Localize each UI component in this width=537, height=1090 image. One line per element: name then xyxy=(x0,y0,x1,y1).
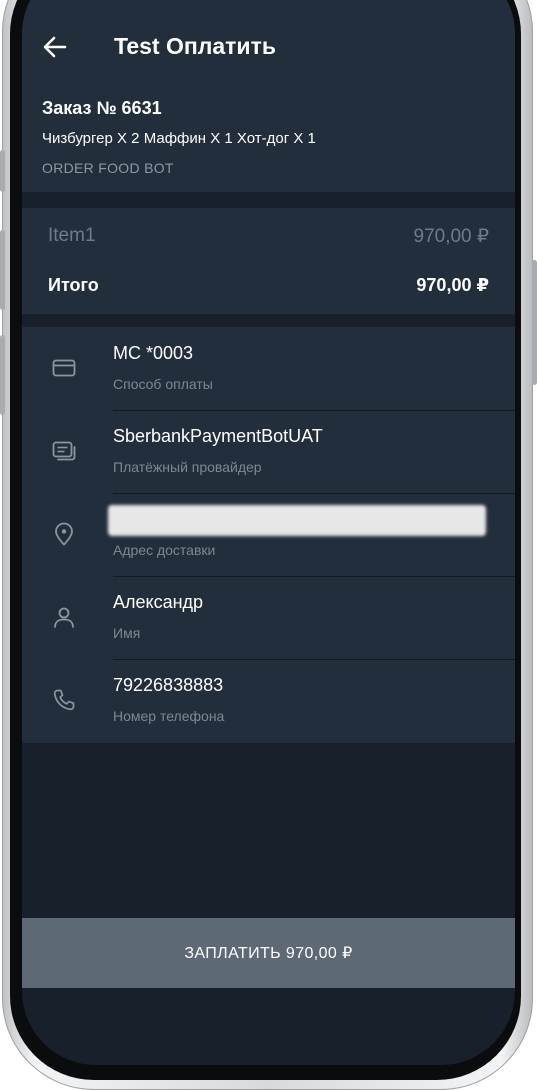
payment-provider-caption: Платёжный провайдер xyxy=(113,459,262,475)
phone-side-button-left-1 xyxy=(0,150,5,192)
phone-side-button-left-3 xyxy=(0,335,5,415)
credit-card-icon xyxy=(52,359,76,377)
phone-row[interactable]: 79226838883 Номер телефона xyxy=(22,659,515,742)
item-price: 970,00 ₽ xyxy=(413,226,489,247)
page-title: Test Оплатить xyxy=(114,33,276,59)
name-row[interactable]: Александр Имя xyxy=(22,576,515,659)
payment-method-caption: Способ оплаты xyxy=(113,376,213,392)
item-label: Item1 xyxy=(48,225,96,246)
bot-name: ORDER FOOD BOT xyxy=(42,160,174,176)
order-summary: Заказ № 6631 Чизбургер X 2 Маффин X 1 Хо… xyxy=(22,84,515,192)
delivery-address-row[interactable]: Адрес доставки xyxy=(22,493,515,576)
pay-button[interactable]: ЗАПЛАТИТЬ 970,00 ₽ xyxy=(22,918,515,988)
payment-screen: Test Оплатить Заказ № 6631 Чизбургер X 2… xyxy=(22,0,515,1025)
payment-provider-row[interactable]: SberbankPaymentBotUAT Платёжный провайде… xyxy=(22,410,515,493)
app-bar: Test Оплатить xyxy=(22,0,515,84)
total-price: 970,00 ₽ xyxy=(416,275,489,295)
order-items: Чизбургер X 2 Маффин X 1 Хот-дог X 1 xyxy=(42,130,316,147)
delivery-address-caption: Адрес доставки xyxy=(113,542,216,558)
phone-caption: Номер телефона xyxy=(113,708,225,724)
back-arrow-icon[interactable] xyxy=(42,34,68,60)
phone-icon xyxy=(53,689,75,711)
phone-side-button-right xyxy=(532,260,537,385)
location-pin-icon xyxy=(55,522,73,546)
phone-screen: Test Оплатить Заказ № 6631 Чизбургер X 2… xyxy=(22,0,515,1065)
phone-value: 79226838883 xyxy=(113,675,224,695)
payment-method-value: MC *0003 xyxy=(113,343,194,363)
address-value-redacted xyxy=(108,505,486,536)
phone-side-button-left-2 xyxy=(0,230,5,310)
receipt-icon xyxy=(52,441,76,461)
order-title: Заказ № 6631 xyxy=(42,98,162,118)
name-caption: Имя xyxy=(113,625,141,641)
name-value: Александр xyxy=(113,592,204,612)
total-label: Итого xyxy=(48,275,99,295)
payment-method-row[interactable]: MC *0003 Способ оплаты xyxy=(22,327,515,410)
payment-provider-value: SberbankPaymentBotUAT xyxy=(113,426,323,446)
user-icon xyxy=(54,607,74,628)
price-breakdown: Item1 970,00 ₽ Итого 970,00 ₽ xyxy=(22,208,515,314)
checkout-details: MC *0003 Способ оплаты SberbankPaymentBo… xyxy=(22,327,515,743)
